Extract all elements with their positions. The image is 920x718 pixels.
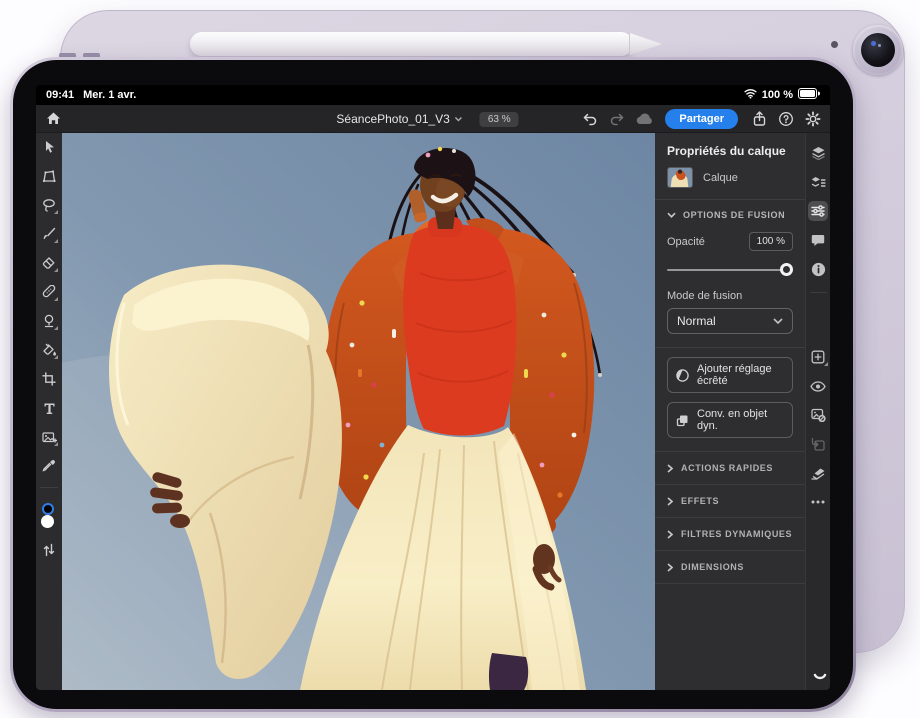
layer-name: Calque [703,172,738,184]
canvas-area[interactable] [62,133,655,690]
opacity-slider[interactable] [667,263,791,276]
add-layer-button[interactable] [810,349,826,365]
chevron-right-icon [667,464,673,473]
slider-track [667,269,791,271]
settings-gear-icon[interactable] [804,110,822,128]
layer-taskbar [805,133,830,690]
chevron-down-icon [773,318,783,324]
hide-layer-icon[interactable] [810,407,826,423]
chevron-down-icon [667,212,676,218]
visibility-eye-icon[interactable] [810,378,826,394]
section-label: OPTIONS DE FUSION [683,210,785,220]
flatten-icon[interactable] [810,465,826,481]
rear-camera [853,25,903,75]
home-button[interactable] [44,110,62,128]
section-effets[interactable]: EFFETS [655,484,805,517]
button-label: Ajouter réglage écrêté [697,363,784,387]
add-clipped-adjustment-button[interactable]: Ajouter réglage écrêté [667,357,793,393]
chevron-right-icon [667,563,673,572]
section-label: EFFETS [681,496,719,506]
layers-icon[interactable] [810,145,826,161]
app-title-bar: SéancePhoto_01_V3 63 % Partager [36,105,830,133]
panel-empty-space [655,583,805,690]
status-time: 09:41 [46,89,74,101]
document-title[interactable]: SéancePhoto_01_V3 [336,112,449,126]
section-label: DIMENSIONS [681,562,744,572]
blend-mode-value: Normal [677,314,716,328]
type-tool[interactable] [41,400,57,416]
camera-lens [861,33,895,67]
lasso-tool[interactable] [41,197,57,213]
move-tool[interactable] [41,139,57,155]
adjustment-icon [676,369,689,382]
chevron-down-icon [455,116,463,122]
eraser-tool[interactable] [41,255,57,271]
comment-icon[interactable] [810,232,826,248]
color-swatches[interactable] [40,503,58,529]
blend-mode-label: Mode de fusion [655,288,805,308]
layer-properties-panel: Propriétés du calque Calque [655,133,805,690]
battery-percent: 100 % [762,89,793,101]
brush-tool[interactable] [41,226,57,242]
chevron-right-icon [667,497,673,506]
status-date: Mer. 1 avr. [83,89,136,101]
workspace: Propriétés du calque Calque [36,133,830,690]
section-label: ACTIONS RAPIDES [681,463,773,473]
cloud-sync-icon[interactable] [635,110,653,128]
camera-glint [871,41,876,46]
apple-pencil [190,32,633,56]
redo-button[interactable] [608,110,626,128]
section-filtres-dynamiques[interactable]: FILTRES DYNAMIQUES [655,517,805,550]
blend-options-section-header[interactable]: OPTIONS DE FUSION [655,200,805,230]
eyedropper-tool[interactable] [41,458,57,474]
help-button[interactable] [777,110,795,128]
section-label: FILTRES DYNAMIQUES [681,529,792,539]
share-button[interactable]: Partager [665,109,738,129]
toolbar-separator [40,487,58,488]
zoom-level-badge[interactable]: 63 % [480,112,519,127]
more-options-button[interactable] [810,494,826,510]
opacity-label: Opacité [667,236,705,248]
marketing-scene: 09:41 Mer. 1 avr. 100 % Séa [0,0,920,718]
wifi-icon [744,88,757,102]
battery-icon [798,88,820,102]
slider-knob[interactable] [780,263,793,276]
opacity-value-field[interactable]: 100 % [749,232,793,251]
info-icon[interactable] [810,261,826,277]
layer-thumbnail [667,167,693,188]
crop-tool[interactable] [41,371,57,387]
smart-object-icon [676,414,689,427]
clip-mask-icon[interactable] [810,436,826,452]
photoshop-app-screen: 09:41 Mer. 1 avr. 100 % Séa [36,85,830,690]
section-dimensions[interactable]: DIMENSIONS [655,550,805,583]
background-color-chip[interactable] [41,515,54,528]
healing-brush-tool[interactable] [41,284,57,300]
layer-row[interactable]: Calque [655,167,805,199]
rear-microphone [831,41,838,48]
fill-tool[interactable] [41,342,57,358]
foreground-color-chip[interactable] [42,503,54,515]
taskbar-handle[interactable] [813,669,827,687]
swap-colors-button[interactable] [41,542,57,558]
taskbar-separator [810,292,827,293]
canvas-photo[interactable] [62,133,655,690]
place-photo-tool[interactable] [41,429,57,445]
properties-icon[interactable] [808,201,828,221]
section-actions-rapides[interactable]: ACTIONS RAPIDES [655,451,805,484]
panel-title: Propriétés du calque [667,144,793,158]
undo-button[interactable] [581,110,599,128]
tools-sidebar [36,133,62,690]
export-icon[interactable] [750,110,768,128]
convert-smart-object-button[interactable]: Conv. en objet dyn. [667,402,793,438]
clone-stamp-tool[interactable] [41,313,57,329]
chevron-right-icon [667,530,673,539]
button-label: Conv. en objet dyn. [697,408,784,432]
transform-tool[interactable] [41,168,57,184]
status-bar: 09:41 Mer. 1 avr. 100 % [36,85,830,105]
blend-mode-dropdown[interactable]: Normal [667,308,793,334]
layer-list-icon[interactable] [810,174,826,190]
